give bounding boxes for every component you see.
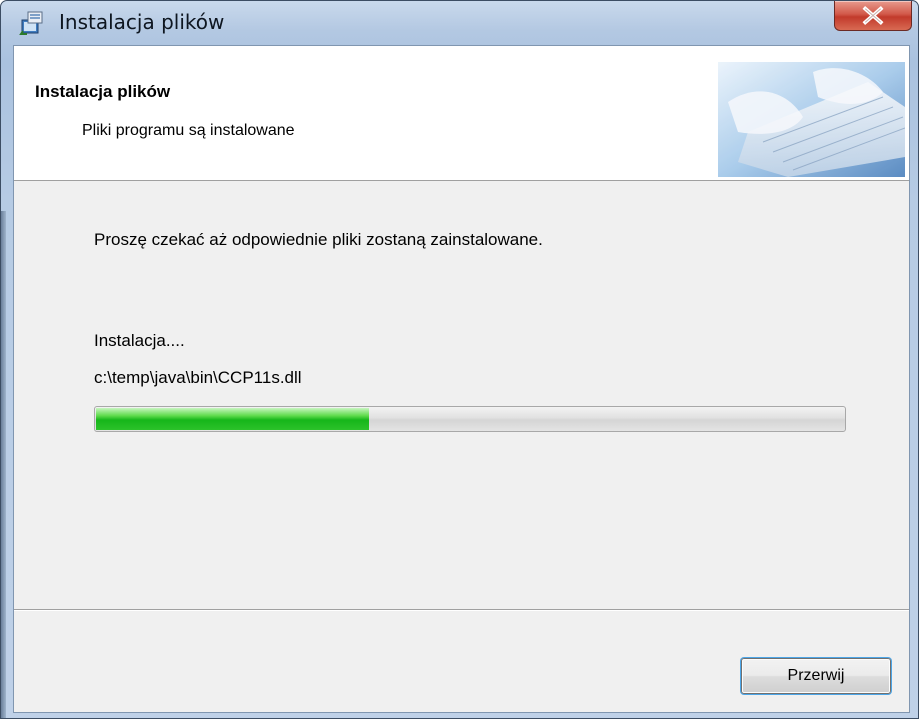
footer-separator xyxy=(14,609,909,611)
installer-window: Instalacja plików Instalacja plików Plik… xyxy=(0,0,919,719)
instruction-text: Proszę czekać aż odpowiednie pliki zosta… xyxy=(94,230,543,249)
keyboard-hands-image xyxy=(718,62,905,177)
close-icon xyxy=(862,6,884,25)
banner-subtitle: Pliki programu są instalowane xyxy=(82,122,295,139)
window-title: Instalacja plików xyxy=(59,10,225,34)
status-text: Instalacja.... xyxy=(94,331,185,350)
dialog-client-area: Instalacja plików Pliki programu są inst… xyxy=(13,45,910,713)
banner-title: Instalacja plików xyxy=(35,82,171,101)
installer-icon xyxy=(19,9,45,35)
close-button[interactable] xyxy=(834,1,912,31)
cancel-button[interactable]: Przerwij xyxy=(741,658,891,694)
progress-fill xyxy=(96,408,369,430)
progress-bar xyxy=(94,406,846,432)
current-file-path: c:\temp\java\bin\CCP11s.dll xyxy=(94,368,302,387)
title-bar[interactable]: Instalacja plików xyxy=(1,1,918,43)
header-banner: Instalacja plików Pliki programu są inst… xyxy=(14,46,909,181)
window-left-edge xyxy=(1,211,6,718)
